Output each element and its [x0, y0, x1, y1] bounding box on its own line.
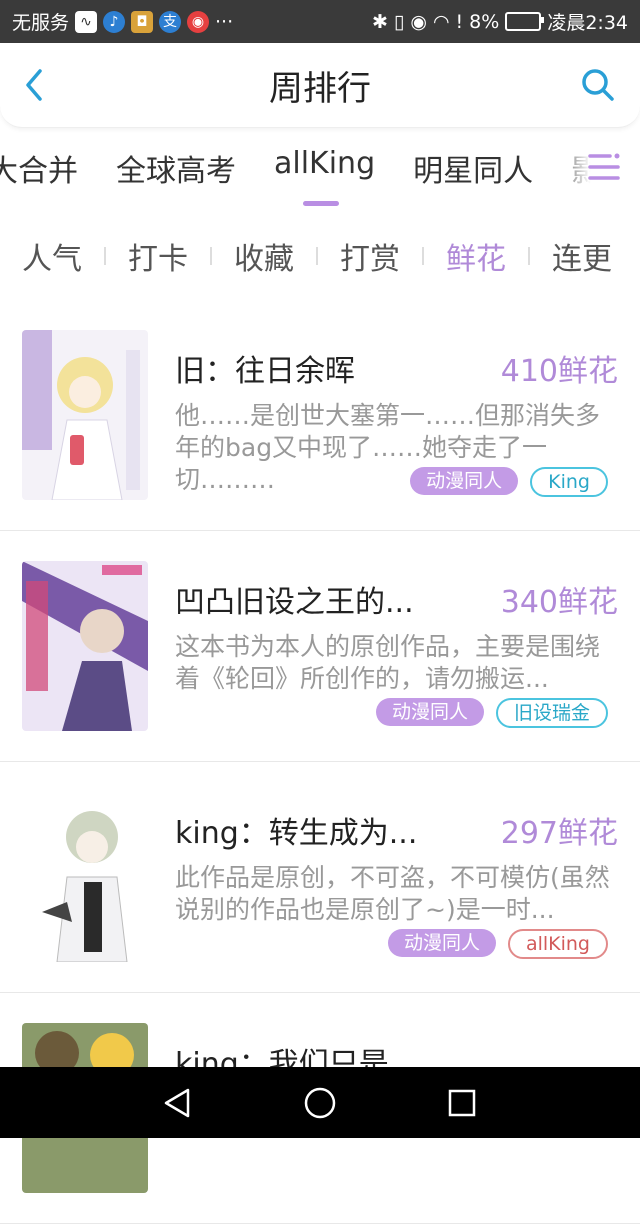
- battery-alert-icon: !: [455, 10, 464, 33]
- book-title: 旧：往日余晖: [175, 354, 355, 389]
- carrier-label: 无服务: [12, 12, 70, 34]
- nav-back-button[interactable]: [160, 1085, 196, 1121]
- list-item[interactable]: king：转生成为... 297鲜花 此作品是原创，不可盗，不可模仿(虽然说别的…: [0, 762, 640, 993]
- system-navigation-bar: [0, 1067, 640, 1138]
- sort-tab-flowers[interactable]: 鲜花: [424, 234, 528, 278]
- topic-tag[interactable]: 旧设瑞金: [495, 698, 608, 728]
- top-header: 周排行: [0, 43, 640, 128]
- flower-count: 340鲜花: [500, 585, 618, 620]
- battery-icon: [505, 12, 545, 31]
- wifi-icon: ◠: [432, 10, 450, 33]
- sort-tab-tips[interactable]: 打赏: [318, 234, 422, 278]
- category-tabs: 大合并 全球高考 allKing 明星同人 影: [0, 140, 640, 210]
- book-title: 凹凸旧设之王的...: [175, 585, 414, 620]
- book-cover: [22, 561, 148, 731]
- nav-home-button[interactable]: [302, 1085, 338, 1121]
- search-button[interactable]: [578, 65, 618, 105]
- tab-global-exam[interactable]: 全球高考: [116, 146, 236, 190]
- topic-tag[interactable]: King: [530, 467, 608, 497]
- clock-time: 凌晨2:34: [547, 12, 628, 34]
- square-recents-icon: [448, 1089, 476, 1117]
- book-cover: [22, 330, 148, 500]
- circle-home-icon: [304, 1087, 336, 1119]
- list-item[interactable]: 凹凸旧设之王的... 340鲜花 这本书为本人的原创作品，主要是围绕着《轮回》所…: [0, 531, 640, 762]
- search-icon: [582, 69, 614, 101]
- active-tab-indicator: [303, 201, 339, 206]
- book-title: king：转生成为...: [175, 816, 418, 851]
- flower-count: 297鲜花: [500, 816, 618, 851]
- vibrate-icon: ▯: [393, 10, 405, 33]
- tab-celebrity-fanfic[interactable]: 明星同人: [413, 146, 533, 190]
- music-icon: ♪: [103, 10, 126, 33]
- battery-percent: 8%: [469, 10, 500, 33]
- page-title: 周排行: [269, 69, 371, 109]
- sort-tab-checkin[interactable]: 打卡: [106, 234, 210, 278]
- more-notifications-icon: ···: [215, 10, 234, 33]
- sort-tabs: 人气 打卡 收藏 打赏 鲜花 连更: [0, 232, 640, 280]
- status-bar: 无服务 ∿ ♪ ◘ 支 ◉ ··· ✱ ▯ ◉ ◠ ! 8% 凌晨2:34: [0, 0, 640, 43]
- weibo-icon: ◉: [187, 10, 210, 33]
- category-menu-button[interactable]: [586, 150, 622, 184]
- book-cover: [22, 792, 148, 962]
- book-description: 此作品是原创，不可盗，不可模仿(虽然说别的作品也是原创了~)是一时...: [175, 863, 610, 924]
- flower-count: 410鲜花: [500, 354, 618, 389]
- activity-monitor-icon: ∿: [75, 10, 98, 33]
- nav-recents-button[interactable]: [444, 1085, 480, 1121]
- bluetooth-icon: ✱: [371, 10, 388, 33]
- sort-tab-updates[interactable]: 连更: [530, 234, 634, 278]
- genre-tag[interactable]: 动漫同人: [375, 698, 484, 726]
- tab-merge[interactable]: 大合并: [0, 146, 78, 190]
- alipay-icon: 支: [159, 10, 182, 33]
- shield-app-icon: ◘: [131, 10, 154, 33]
- list-item[interactable]: 旧：往日余晖 410鲜花 他……是创世大塞第一……但那消失多年的bag又中现了……: [0, 300, 640, 531]
- triangle-back-icon: [164, 1088, 190, 1118]
- book-description: 这本书为本人的原创作品，主要是围绕着《轮回》所创作的，请勿搬运...: [175, 632, 601, 693]
- eye-comfort-icon: ◉: [410, 10, 427, 33]
- sort-tab-favorites[interactable]: 收藏: [212, 234, 316, 278]
- topic-tag[interactable]: allKing: [507, 929, 608, 959]
- genre-tag[interactable]: 动漫同人: [410, 467, 519, 495]
- genre-tag[interactable]: 动漫同人: [387, 929, 496, 957]
- sort-tab-popularity[interactable]: 人气: [0, 234, 104, 278]
- menu-list-icon: [588, 153, 620, 180]
- tab-allking[interactable]: allKing: [274, 146, 375, 190]
